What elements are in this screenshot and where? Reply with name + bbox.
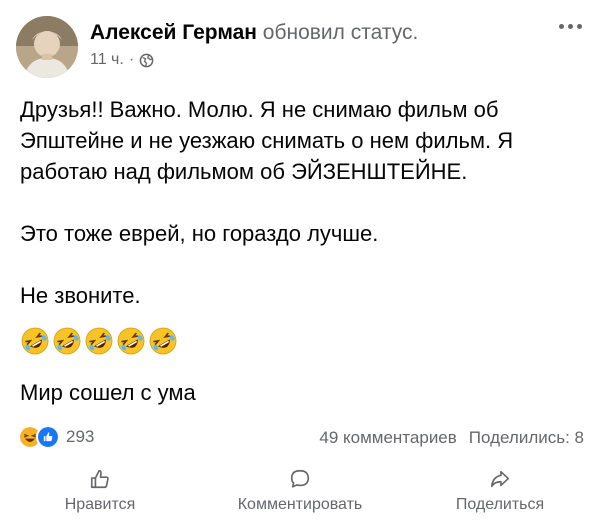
post-action-bar: Нравится Комментировать Поделиться — [0, 468, 600, 523]
globe-icon[interactable] — [139, 53, 154, 68]
comment-bubble-icon — [290, 469, 310, 488]
rolling-laughing-emoji-icon — [149, 327, 177, 355]
like-reaction-icon — [36, 425, 60, 449]
share-button-label: Поделиться — [455, 496, 545, 513]
post-time[interactable]: 11 ч. — [90, 51, 124, 69]
meta-separator: · — [128, 51, 135, 68]
author-name[interactable]: Алексей Герман — [90, 21, 257, 44]
post-header: Алексей Герман обновил статус. — [90, 20, 418, 46]
rolling-laughing-emoji-icon — [85, 327, 113, 355]
avatar[interactable] — [16, 16, 78, 78]
rolling-laughing-emoji-icon — [117, 327, 145, 355]
more-horizontal-icon[interactable] — [559, 24, 582, 29]
share-arrow-icon — [490, 470, 510, 488]
post-action-text: обновил статус. — [262, 21, 419, 44]
emoji-row — [20, 325, 580, 357]
post-body: Друзья!! Важно. Молю. Я не снимаю фильм … — [20, 94, 580, 408]
rolling-laughing-emoji-icon — [53, 327, 81, 355]
shares-count-link[interactable]: Поделились: 8 — [469, 428, 584, 448]
post-meta: 11 ч. · — [90, 51, 154, 69]
like-button[interactable]: Нравится — [5, 468, 195, 514]
post-stats: 49 комментариев Поделились: 8 — [319, 428, 584, 448]
reactions-summary[interactable]: 293 — [18, 425, 94, 449]
thumbs-up-icon — [90, 469, 109, 489]
share-button[interactable]: Поделиться — [405, 468, 595, 514]
post-paragraph: Друзья!! Важно. Молю. Я не снимаю фильм … — [20, 97, 514, 184]
post-paragraph: Мир сошел с ума — [20, 380, 196, 405]
comments-count-link[interactable]: 49 комментариев — [319, 428, 456, 448]
reaction-count: 293 — [66, 427, 95, 446]
post-paragraph: Не звоните. — [20, 283, 141, 308]
rolling-laughing-emoji-icon — [21, 327, 49, 355]
like-button-label: Нравится — [64, 496, 136, 513]
comment-button[interactable]: Комментировать — [205, 468, 395, 514]
comment-button-label: Комментировать — [237, 496, 363, 513]
facebook-post: Алексей Герман обновил статус. 11 ч. · Д… — [0, 0, 600, 523]
post-paragraph: Это тоже еврей, но гораздо лучше. — [20, 221, 379, 246]
